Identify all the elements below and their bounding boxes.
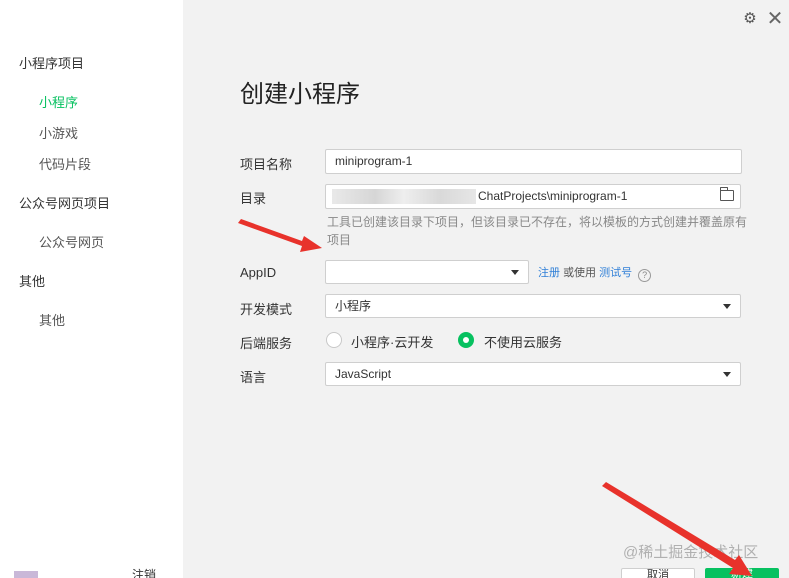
radio-cloud-dev[interactable] bbox=[326, 332, 342, 348]
backend-label: 后端服务 bbox=[240, 336, 293, 351]
appid-label: AppID bbox=[240, 265, 277, 280]
page-title: 创建小程序 bbox=[240, 81, 360, 108]
avatar bbox=[14, 571, 38, 578]
directory-hint: 工具已创建该目录下项目，但该目录已不存在，将以模板的方式创建并覆盖原有项目 bbox=[327, 215, 748, 247]
chevron-down-icon bbox=[723, 372, 731, 377]
appid-extra: 注册 或使用 测试号 ? bbox=[538, 264, 652, 282]
appid-select[interactable] bbox=[325, 260, 529, 284]
language-label: 语言 bbox=[240, 370, 267, 385]
sidebar-footer: 注销 bbox=[14, 568, 174, 578]
sidebar-section-official-account: 公众号网页项目 bbox=[19, 196, 111, 211]
language-select[interactable]: JavaScript bbox=[325, 362, 741, 386]
cancel-button[interactable]: 取消 bbox=[621, 568, 695, 578]
help-icon[interactable]: ? bbox=[638, 269, 652, 282]
sidebar-item-minigame[interactable]: 小游戏 bbox=[39, 123, 78, 142]
logout-link[interactable]: 注销 bbox=[132, 566, 156, 578]
chevron-down-icon bbox=[723, 304, 731, 309]
sidebar-item-official-web[interactable]: 公众号网页 bbox=[39, 232, 104, 251]
register-link[interactable]: 注册 bbox=[538, 267, 560, 279]
chevron-down-icon bbox=[511, 270, 519, 275]
directory-input[interactable]: ChatProjects\miniprogram-1 bbox=[325, 184, 741, 209]
sidebar-item-code-snippet[interactable]: 代码片段 bbox=[39, 154, 91, 173]
radio-no-cloud-label[interactable]: 不使用云服务 bbox=[484, 332, 562, 351]
project-name-input[interactable]: miniprogram-1 bbox=[325, 149, 742, 174]
sidebar-item-other[interactable]: 其他 bbox=[39, 310, 65, 329]
create-button[interactable]: 新建 bbox=[705, 568, 779, 578]
watermark: @稀土掘金技术社区 bbox=[623, 544, 759, 561]
or-use-text: 或使用 bbox=[563, 267, 597, 279]
gear-icon[interactable]: ⚙ bbox=[742, 11, 758, 27]
radio-no-cloud[interactable] bbox=[458, 332, 474, 348]
sidebar-section-other: 其他 bbox=[19, 274, 46, 289]
dev-mode-value: 小程序 bbox=[335, 299, 372, 313]
sidebar: 小程序项目 小程序 小游戏 代码片段 公众号网页项目 公众号网页 其他 其他 注… bbox=[0, 0, 183, 578]
test-account-link[interactable]: 测试号 bbox=[599, 267, 632, 279]
directory-label: 目录 bbox=[240, 191, 267, 206]
folder-icon[interactable] bbox=[719, 187, 734, 201]
close-icon[interactable]: ✕ bbox=[765, 9, 785, 29]
dev-mode-select[interactable]: 小程序 bbox=[325, 294, 741, 318]
project-name-label: 项目名称 bbox=[240, 157, 293, 172]
directory-value: ChatProjects\miniprogram-1 bbox=[478, 189, 628, 203]
radio-cloud-dev-label[interactable]: 小程序·云开发 bbox=[351, 332, 433, 351]
sidebar-section-miniprogram: 小程序项目 bbox=[19, 56, 85, 71]
language-value: JavaScript bbox=[335, 367, 392, 381]
blurred-path bbox=[332, 189, 476, 204]
create-project-panel: ⚙ ✕ 创建小程序 项目名称 miniprogram-1 目录 ChatProj… bbox=[183, 0, 789, 578]
dev-mode-label: 开发模式 bbox=[240, 302, 293, 317]
sidebar-item-miniprogram[interactable]: 小程序 bbox=[39, 92, 78, 111]
